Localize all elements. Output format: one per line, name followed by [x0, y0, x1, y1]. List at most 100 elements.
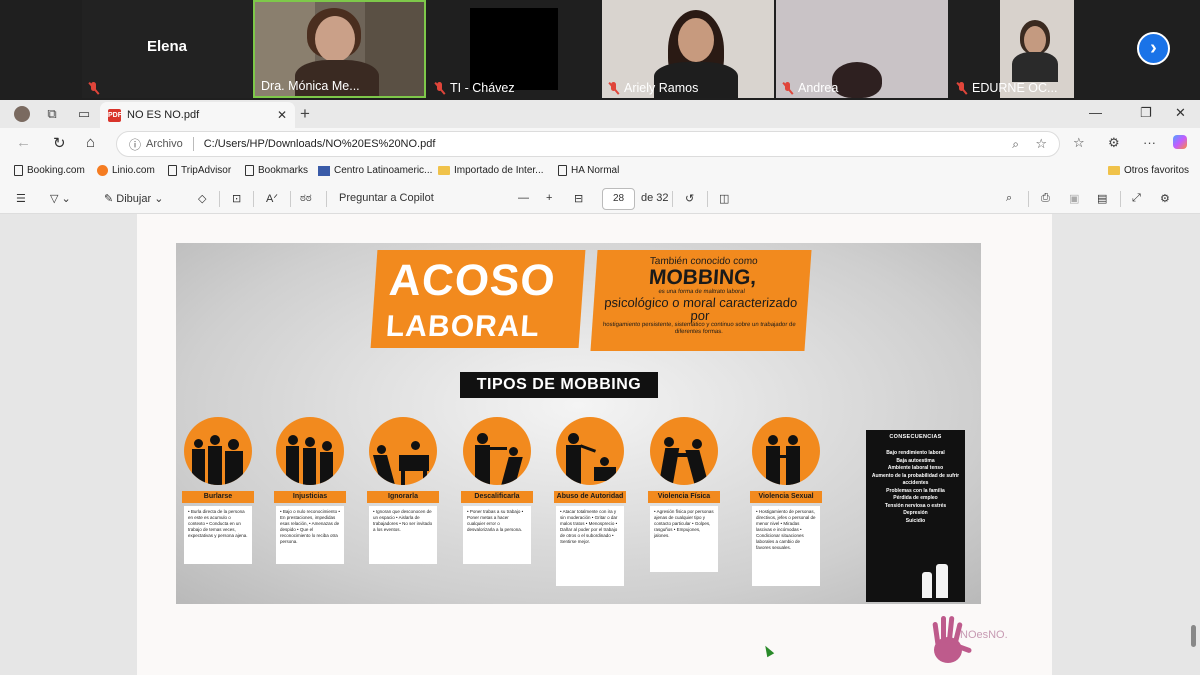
draw-button[interactable]: ✎ Dibujar ⌄ [104, 192, 163, 205]
consequence-item: Problemas con la familia [886, 487, 945, 494]
minimize-icon[interactable]: — [1089, 105, 1102, 120]
maximize-icon[interactable]: ❐ [1140, 105, 1152, 121]
zoom-in-icon[interactable]: + [546, 192, 552, 204]
page-view-icon[interactable]: ◫ [719, 192, 729, 205]
tab-pdf[interactable]: PDF NO ES NO.pdf ✕ [100, 102, 295, 128]
participant-name: Andrea [798, 81, 839, 95]
participant-name: Ariely Ramos [624, 81, 699, 95]
abuso-pictogram [556, 417, 624, 485]
bookmark-item[interactable]: Centro Latinoameric... [318, 165, 432, 176]
types-heading: TIPOS DE MOBBING [460, 372, 658, 398]
address-input[interactable]: ⓘ Archivo C:/Users/HP/Downloads/NO%20ES%… [116, 131, 1060, 157]
consequence-item: Suicidio [905, 517, 926, 524]
home-icon[interactable]: ⌂ [86, 134, 95, 151]
type-label: Injusticias [274, 491, 346, 503]
definition-text: hostigamiento persistente, sistemático y… [602, 322, 796, 335]
text-box-icon[interactable]: ⊡ [232, 192, 241, 205]
type-card: Descalificarla • Poner trabas a su traba… [461, 417, 533, 564]
fit-page-icon[interactable]: ⊟ [574, 192, 583, 205]
refresh-icon[interactable]: ↻ [53, 134, 66, 152]
pdf-toolbar: ☰ ▽ ⌄ ✎ Dibujar ⌄ ◇ ⊡ Aᐟ ಠಠ Preguntar a … [0, 184, 1200, 214]
address-url: C:/Users/HP/Downloads/NO%20ES%20NO.pdf [203, 138, 436, 150]
copilot-icon[interactable] [1173, 135, 1187, 152]
eraser-icon[interactable]: ◇ [198, 192, 206, 205]
fullscreen-icon[interactable]: ⤢ [1132, 192, 1141, 205]
extensions-icon[interactable]: ⚙ [1108, 135, 1120, 151]
violencia-sexual-pictogram [752, 417, 820, 485]
type-card: Abuso de Autoridad • Atacar totalmente c… [554, 417, 626, 586]
type-description: • Agresión física por personas ajenas de… [650, 506, 718, 572]
page-number-input[interactable]: 28 [602, 188, 635, 210]
type-card: Violencia Física • Agresión física por p… [648, 417, 720, 572]
folder-icon [438, 166, 450, 175]
consequences-title: CONSECUENCIAS [889, 434, 942, 440]
participant-tile-monica[interactable]: Dra. Mónica Me... [253, 0, 426, 98]
bookmark-item[interactable]: Bookmarks [245, 165, 308, 176]
violencia-fisica-pictogram [650, 417, 718, 485]
type-card: Burlarse • Burla directa de la persona e… [182, 417, 254, 564]
bookmark-item[interactable]: HA Normal [558, 165, 619, 176]
zoom-icon[interactable]: ⌕ [1012, 137, 1019, 152]
tab-actions-icon[interactable]: ▭ [70, 100, 98, 128]
type-description: • Poner trabas a su trabajo • Poner meta… [463, 506, 531, 564]
profile-avatar[interactable] [8, 100, 36, 128]
new-tab-icon[interactable]: + [300, 104, 310, 124]
back-arrow-icon[interactable]: ← [16, 134, 31, 151]
immersive-reader-icon[interactable]: ಠಠ [300, 192, 312, 205]
close-window-icon[interactable]: ✕ [1175, 105, 1186, 121]
participant-tile-chavez[interactable]: TI - Chávez [428, 0, 600, 98]
type-description: • Ignoran que desconocen de un espacio •… [369, 506, 437, 564]
zoom-out-icon[interactable]: — [518, 192, 529, 204]
type-description: • Bajo o nulo reconocimiento • En presta… [276, 506, 344, 564]
mic-off-icon [608, 81, 619, 95]
consequence-item: Depresión [903, 510, 928, 516]
mic-off-icon [956, 81, 967, 95]
bookmarks-bar: Booking.com Linio.com TripAdvisor Bookma… [0, 160, 1200, 184]
close-tab-icon[interactable]: ✕ [277, 108, 287, 122]
participant-name: EDURNE OC... [972, 81, 1058, 95]
participant-tile-edurne[interactable]: EDURNE OC... [950, 0, 1122, 98]
other-favorites-folder[interactable]: Otros favoritos [1108, 165, 1189, 176]
info-icon: ⓘ [129, 137, 142, 152]
save-icon[interactable]: ▣ [1069, 192, 1079, 205]
title-line-2: LABORAL [384, 310, 541, 343]
rotate-icon[interactable]: ↺ [685, 192, 694, 205]
print-icon[interactable]: ⎙ [1041, 192, 1050, 205]
favorite-star-icon[interactable]: ☆ [1035, 136, 1047, 152]
burla-pictogram [184, 417, 252, 485]
bookmark-item[interactable]: Booking.com [14, 165, 85, 176]
consequences-panel: CONSECUENCIAS Bajo rendimiento laboral B… [866, 430, 965, 602]
bookmark-item[interactable]: Linio.com [97, 165, 155, 176]
contents-icon[interactable]: ☰ [16, 192, 26, 205]
search-icon[interactable]: ⌕ [1006, 192, 1012, 205]
settings-gear-icon[interactable]: ⚙ [1160, 192, 1170, 205]
bookmark-item[interactable]: TripAdvisor [168, 165, 231, 176]
watermark-text: NOesNO. [960, 629, 1008, 641]
type-card: Injusticias • Bajo o nulo reconocimiento… [274, 417, 346, 564]
participant-name: TI - Chávez [450, 81, 515, 95]
read-aloud-icon[interactable]: Aᐟ [266, 192, 278, 205]
definition-text: psicológico o moral caracterizado por [603, 295, 798, 323]
definition-box: También conocido como MOBBING, es una fo… [590, 250, 812, 351]
person-figure-icon [936, 564, 948, 598]
participant-tile-andrea[interactable]: Andrea [776, 0, 948, 98]
highlight-icon[interactable]: ▽ ⌄ [50, 192, 71, 205]
person-figure-icon [922, 572, 932, 598]
descalificar-pictogram [463, 417, 531, 485]
more-menu-icon[interactable]: ··· [1143, 135, 1156, 150]
mic-off-icon [434, 81, 445, 95]
type-label: Violencia Sexual [750, 491, 822, 503]
save-as-icon[interactable]: ▤ [1097, 192, 1107, 205]
favorites-icon[interactable]: ☆ [1073, 135, 1085, 151]
bookmark-folder[interactable]: Importado de Inter... [438, 165, 544, 176]
participant-tile-ariely[interactable]: Ariely Ramos [602, 0, 774, 98]
workspaces-icon[interactable]: ⧉ [38, 100, 66, 128]
folder-icon [1108, 166, 1120, 175]
type-description: • Atacar totalmente con ira y sin modera… [556, 506, 624, 586]
type-description: • Hostigamiento de personas, directivos,… [752, 506, 820, 586]
ask-copilot-button[interactable]: Preguntar a Copilot [339, 192, 434, 204]
scrollbar-thumb[interactable] [1191, 625, 1196, 647]
title-box: ACOSO LABORAL [370, 250, 586, 348]
participant-tile-elena[interactable]: Elena [82, 0, 252, 98]
next-participants-button[interactable]: › [1137, 32, 1170, 65]
